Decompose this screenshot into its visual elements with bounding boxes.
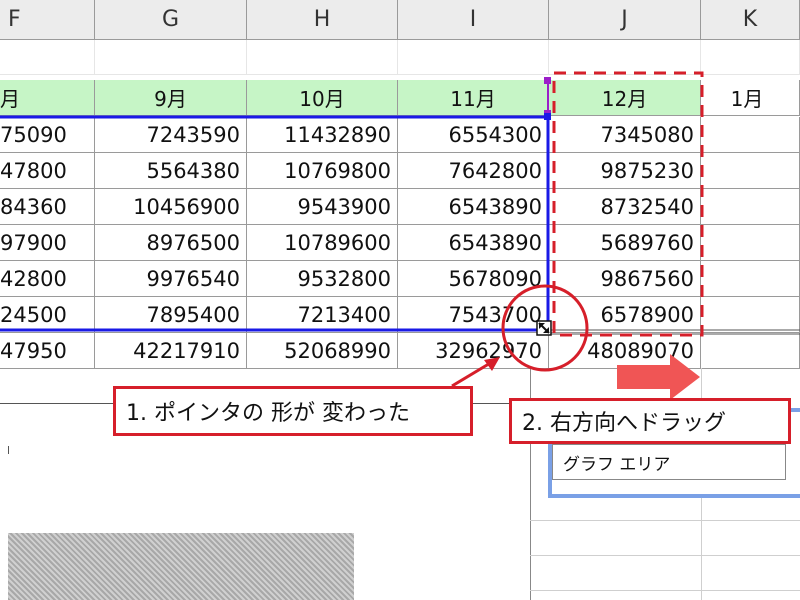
callout-leader-line — [451, 360, 493, 388]
drag-direction-arrow — [617, 354, 700, 400]
annotation-overlay — [0, 71, 800, 400]
selection-corner-handle — [544, 113, 551, 120]
drag-target-dashed-box — [552, 71, 704, 337]
callout-drag-right: 2. 右方向へドラッグ — [509, 398, 791, 444]
range-marker-top — [544, 77, 551, 84]
callout-pointer-changed: 1. ポインタの 形が 変わった — [113, 386, 473, 436]
spreadsheet: F G H I J K 月 9月 10月 11月 12月 1月 75090 724… — [0, 0, 800, 600]
